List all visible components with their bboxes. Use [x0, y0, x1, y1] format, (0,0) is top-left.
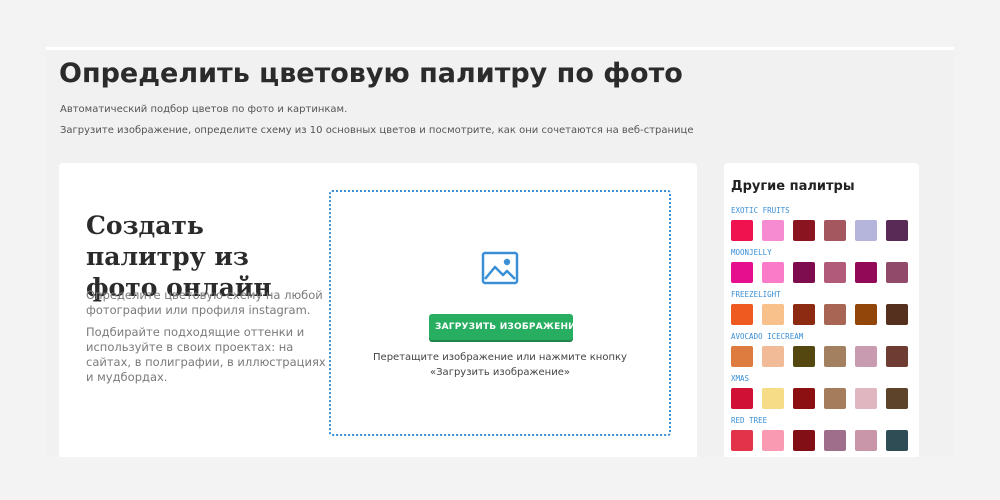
image-icon — [481, 251, 519, 285]
color-swatch[interactable] — [824, 388, 846, 409]
palette-name-link[interactable]: moonjelly — [731, 248, 908, 258]
color-swatch[interactable] — [824, 430, 846, 451]
color-swatch[interactable] — [762, 304, 784, 325]
palette-name-link[interactable]: red tree — [731, 416, 908, 426]
color-swatch[interactable] — [731, 220, 753, 241]
palette-name-link[interactable]: freezelight — [731, 290, 908, 300]
color-swatch[interactable] — [824, 262, 846, 283]
image-dropzone[interactable]: Загрузить изображение Перетащите изображ… — [329, 190, 671, 436]
color-swatch[interactable] — [855, 262, 877, 283]
palette-xmas[interactable]: xmas — [731, 374, 908, 409]
dropzone-hint: Перетащите изображение или нажмите кнопк… — [373, 352, 627, 378]
color-swatch[interactable] — [793, 220, 815, 241]
color-swatch[interactable] — [886, 388, 908, 409]
color-swatch[interactable] — [855, 430, 877, 451]
palette-swatches — [731, 262, 908, 283]
upload-image-button[interactable]: Загрузить изображение — [429, 314, 582, 340]
color-swatch[interactable] — [886, 346, 908, 367]
color-swatch[interactable] — [793, 430, 815, 451]
page-description: Загрузите изображение, определите схему … — [60, 125, 694, 136]
palette-red-tree[interactable]: red tree — [731, 416, 908, 451]
color-swatch[interactable] — [731, 388, 753, 409]
palette-swatches — [731, 220, 908, 241]
color-swatch[interactable] — [762, 430, 784, 451]
color-swatch[interactable] — [855, 304, 877, 325]
card-text-2: Подбирайте подходящие оттенки и использу… — [86, 325, 326, 384]
palette-name-link[interactable]: exotic fruits — [731, 206, 908, 216]
card-text-1: Определите цветовую схему на любой фотог… — [86, 288, 323, 317]
palette-moonjelly[interactable]: moonjelly — [731, 248, 908, 283]
color-swatch[interactable] — [731, 346, 753, 367]
color-swatch[interactable] — [762, 262, 784, 283]
page-title: Определить цветовую палитру по фото — [59, 58, 683, 89]
color-swatch[interactable] — [762, 220, 784, 241]
color-swatch[interactable] — [824, 220, 846, 241]
color-swatch[interactable] — [824, 304, 846, 325]
palette-exotic-fruits[interactable]: exotic fruits — [731, 206, 908, 241]
sidebar-title: Другие палитры — [731, 179, 855, 194]
other-palettes-sidebar: Другие палитры exotic fruits moonjelly fre… — [724, 163, 919, 457]
color-swatch[interactable] — [731, 304, 753, 325]
palette-name-link[interactable]: avocado icecream — [731, 332, 908, 342]
color-swatch[interactable] — [886, 304, 908, 325]
color-swatch[interactable] — [886, 430, 908, 451]
color-swatch[interactable] — [762, 346, 784, 367]
color-swatch[interactable] — [793, 304, 815, 325]
palette-swatches — [731, 388, 908, 409]
color-swatch[interactable] — [855, 388, 877, 409]
page-subtitle: Автоматический подбор цветов по фото и к… — [60, 104, 348, 115]
color-swatch[interactable] — [855, 220, 877, 241]
color-swatch[interactable] — [793, 346, 815, 367]
color-swatch[interactable] — [855, 346, 877, 367]
color-swatch[interactable] — [886, 262, 908, 283]
palette-swatches — [731, 304, 908, 325]
palette-avocado-icecream[interactable]: avocado icecream — [731, 332, 908, 367]
page-frame: Определить цветовую палитру по фото Авто… — [46, 47, 954, 457]
palette-swatches — [731, 430, 908, 451]
palette-name-link[interactable]: xmas — [731, 374, 908, 384]
upload-card: Создать палитру из фото онлайн Определит… — [59, 163, 697, 457]
color-swatch[interactable] — [824, 346, 846, 367]
color-swatch[interactable] — [762, 388, 784, 409]
color-swatch[interactable] — [793, 262, 815, 283]
color-swatch[interactable] — [886, 220, 908, 241]
color-swatch[interactable] — [731, 262, 753, 283]
palette-freezelight[interactable]: freezelight — [731, 290, 908, 325]
color-swatch[interactable] — [731, 430, 753, 451]
color-swatch[interactable] — [793, 388, 815, 409]
palette-swatches — [731, 346, 908, 367]
